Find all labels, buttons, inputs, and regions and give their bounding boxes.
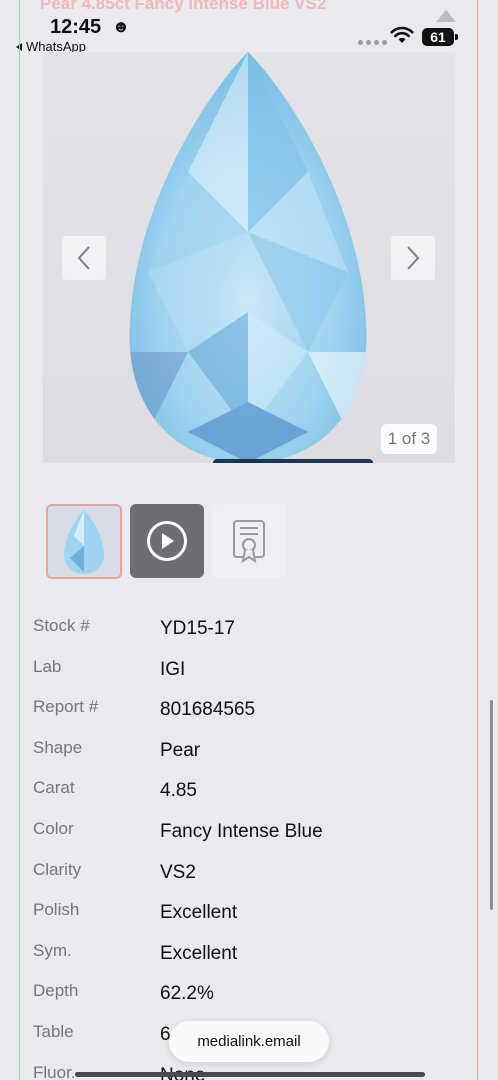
thumbnail-video[interactable] (130, 504, 204, 578)
spec-row-report: Report # 801684565 (33, 693, 453, 734)
diamond-thumbnail-icon (64, 510, 104, 574)
image-viewer[interactable]: 1 of 3 (43, 52, 455, 463)
url-toast[interactable]: medialink.email (169, 1021, 329, 1062)
spec-row-stock: Stock # YD15-17 (33, 612, 453, 653)
spec-label: Color (33, 818, 74, 838)
spec-label: Depth (33, 981, 79, 1001)
specs-table: Stock # YD15-17 Lab IGI Report # 8016845… (33, 612, 453, 1080)
spec-row-lab: Lab IGI (33, 653, 453, 694)
spec-row-clarity: Clarity VS2 (33, 856, 453, 897)
spec-value: Excellent (160, 942, 238, 964)
spec-label: Carat (33, 778, 75, 798)
play-icon (147, 521, 187, 561)
spec-value: YD15-17 (160, 618, 235, 639)
spec-value: VS2 (160, 861, 196, 883)
spec-row-polish: Polish Excellent (33, 896, 453, 937)
spec-value: 62.2% (160, 983, 214, 1005)
previous-image-button[interactable] (62, 236, 106, 280)
spec-value: Pear (160, 739, 201, 761)
spec-row-symmetry: Sym. Excellent (33, 937, 453, 978)
spec-label: Clarity (33, 859, 82, 879)
spec-value: 801684565 (160, 699, 256, 721)
spec-row-shape: Shape Pear (33, 734, 453, 775)
spec-label: Report # (33, 697, 99, 717)
spec-label: Lab (33, 656, 62, 676)
spec-label: Table (33, 1021, 74, 1041)
image-counter: 1 of 3 (381, 424, 437, 454)
thumbnail-strip (46, 504, 286, 579)
chevron-right-icon (407, 246, 420, 270)
spec-value: 4.85 (160, 780, 197, 802)
spec-label: Stock # (33, 616, 90, 635)
spec-row-carat: Carat 4.85 (33, 774, 453, 815)
spec-value: Excellent (160, 902, 238, 924)
spec-label: Polish (33, 900, 80, 920)
thumbnail-photo[interactable] (46, 504, 122, 579)
home-indicator[interactable] (75, 1072, 425, 1077)
spec-row-color: Color Fancy Intense Blue (33, 815, 453, 856)
scrollbar[interactable] (490, 700, 493, 910)
spec-label: Sym. (33, 940, 72, 960)
chevron-left-icon (77, 246, 90, 270)
diamond-image (129, 52, 367, 463)
spec-label: Shape (33, 737, 83, 757)
spec-value: Fancy Intense Blue (160, 820, 323, 842)
certificate-icon (233, 520, 265, 563)
spec-value: IGI (160, 658, 186, 680)
stand-shadow (213, 459, 373, 463)
spec-row-depth: Depth 62.2% (33, 977, 453, 1018)
next-image-button[interactable] (391, 236, 435, 280)
page: Pear 4.85ct Fancy Intense Blue VS2 12:45… (0, 0, 498, 1080)
thumbnail-certificate[interactable] (212, 504, 286, 578)
